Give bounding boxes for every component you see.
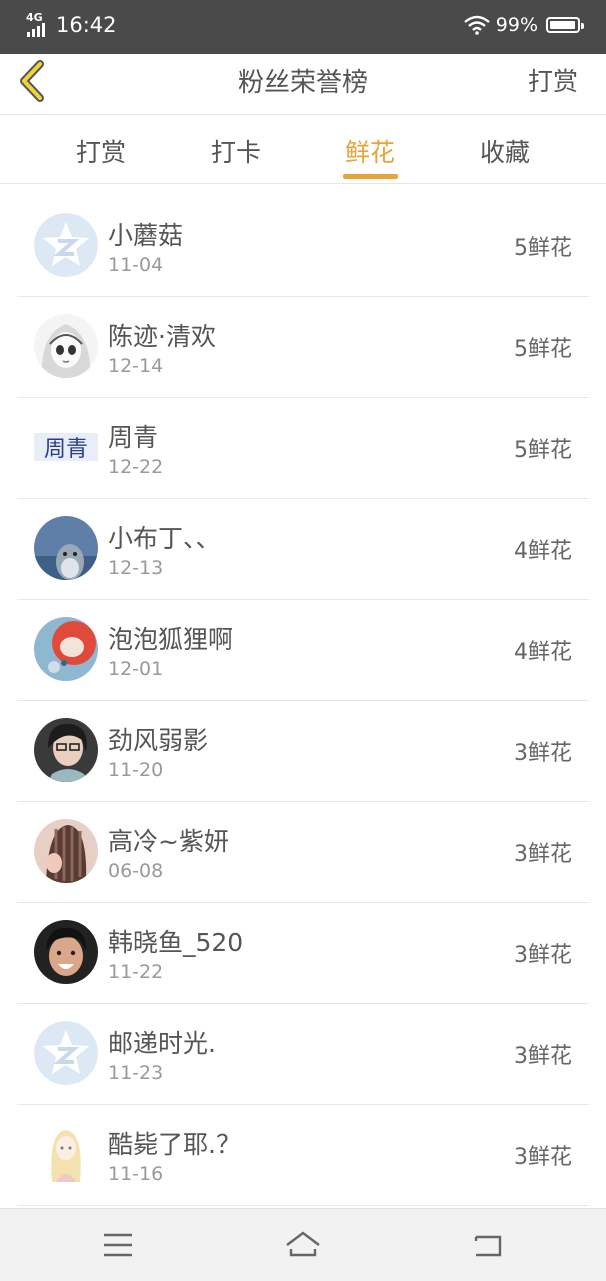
fan-name: 小蘑菇	[108, 221, 184, 250]
list-item[interactable]: 周青 周青 12-22 5鲜花	[17, 398, 589, 499]
flower-count: 4鲜花	[514, 640, 572, 665]
fan-name: 劲风弱影	[108, 726, 209, 755]
home-icon	[286, 1231, 320, 1257]
svg-text:周青: 周青	[44, 437, 88, 462]
fan-date: 12-01	[108, 658, 164, 680]
tab-checkin[interactable]: 打卡	[196, 133, 276, 169]
fan-date: 11-20	[108, 759, 164, 781]
fan-date: 11-16	[108, 1163, 164, 1185]
fan-date: 11-22	[108, 961, 164, 983]
flower-count: 3鲜花	[514, 842, 572, 867]
fan-name: 周青	[108, 423, 159, 452]
flower-count: 3鲜花	[514, 943, 572, 968]
fan-name: 邮递时光.	[108, 1029, 216, 1058]
smiling-boy-avatar-icon	[34, 920, 98, 984]
fan-date: 12-22	[108, 456, 164, 478]
fan-name: 小布丁、、	[108, 524, 221, 553]
fan-name: 陈迹·清欢	[108, 322, 216, 351]
fan-date: 12-14	[108, 355, 164, 377]
fan-name: 高冷~紫妍	[108, 827, 229, 856]
flower-count: 5鲜花	[514, 337, 572, 362]
menu-icon	[104, 1233, 132, 1257]
list-item[interactable]: 泡泡狐狸啊 12-01 4鲜花	[17, 600, 589, 701]
fan-name: 泡泡狐狸啊	[108, 625, 234, 654]
page-title: 粉丝荣誉榜	[237, 68, 368, 98]
flower-count: 5鲜花	[514, 236, 572, 261]
status-time: 16:42	[56, 13, 117, 37]
fan-date: 11-23	[108, 1062, 164, 1084]
qq-default-avatar-icon	[34, 1021, 98, 1085]
braided-hair-avatar-icon	[34, 819, 98, 883]
blonde-doll-avatar-icon	[34, 1122, 98, 1186]
list-item[interactable]: 高冷~紫妍 06-08 3鲜花	[17, 802, 589, 903]
fan-date: 11-04	[108, 254, 164, 276]
fan-name: 韩晓鱼_520	[108, 928, 244, 957]
return-icon	[474, 1235, 502, 1257]
text-avatar-icon: 周青	[34, 415, 98, 479]
home-button[interactable]	[283, 1227, 323, 1263]
list-item[interactable]: 陈迹·清欢 12-14 5鲜花	[17, 297, 589, 398]
back-nav-button[interactable]	[468, 1227, 508, 1263]
list-item[interactable]: 小蘑菇 11-04 5鲜花	[17, 196, 589, 297]
glasses-person-avatar-icon	[34, 718, 98, 782]
reward-button[interactable]: 打赏	[528, 62, 578, 98]
tab-bar: 打赏 打卡 鲜花 收藏	[0, 115, 606, 184]
flower-count: 3鲜花	[514, 1044, 572, 1069]
list-item[interactable]: 邮递时光. 11-23 3鲜花	[17, 1004, 589, 1105]
anime-girl-sketch-avatar-icon	[34, 314, 98, 378]
system-nav-bar	[0, 1208, 606, 1281]
signal-icon: 4G	[26, 11, 48, 37]
tab-favorites[interactable]: 收藏	[465, 133, 545, 169]
totoro-avatar-icon	[34, 516, 98, 580]
flower-count: 3鲜花	[514, 1145, 572, 1170]
fan-name: 酷毙了耶.？	[108, 1130, 241, 1159]
active-tab-indicator	[343, 174, 398, 179]
battery-percent: 99%	[495, 14, 538, 36]
list-item[interactable]: 酷毙了耶.？ 11-16 3鲜花	[17, 1105, 589, 1206]
wifi-icon	[463, 15, 490, 35]
list-item[interactable]: 劲风弱影 11-20 3鲜花	[17, 701, 589, 802]
tab-flowers[interactable]: 鲜花	[330, 133, 410, 169]
fox-avatar-icon	[34, 617, 98, 681]
fan-date: 06-08	[108, 860, 164, 882]
flower-count: 4鲜花	[514, 539, 572, 564]
fan-list: 小蘑菇 11-04 5鲜花 陈迹·清欢 12-14 5鲜花 周青 周青 12-2…	[0, 196, 606, 1206]
qq-default-avatar-icon	[34, 213, 98, 277]
tab-reward[interactable]: 打赏	[61, 133, 141, 169]
fan-date: 12-13	[108, 557, 164, 579]
title-bar: 粉丝荣誉榜 打赏	[0, 54, 606, 115]
flower-count: 3鲜花	[514, 741, 572, 766]
list-item[interactable]: 韩晓鱼_520 11-22 3鲜花	[17, 903, 589, 1004]
battery-icon	[546, 17, 584, 33]
list-item[interactable]: 小布丁、、 12-13 4鲜花	[17, 499, 589, 600]
flower-count: 5鲜花	[514, 438, 572, 463]
status-bar: 4G 16:42 99%	[0, 0, 606, 54]
menu-button[interactable]	[98, 1227, 138, 1263]
